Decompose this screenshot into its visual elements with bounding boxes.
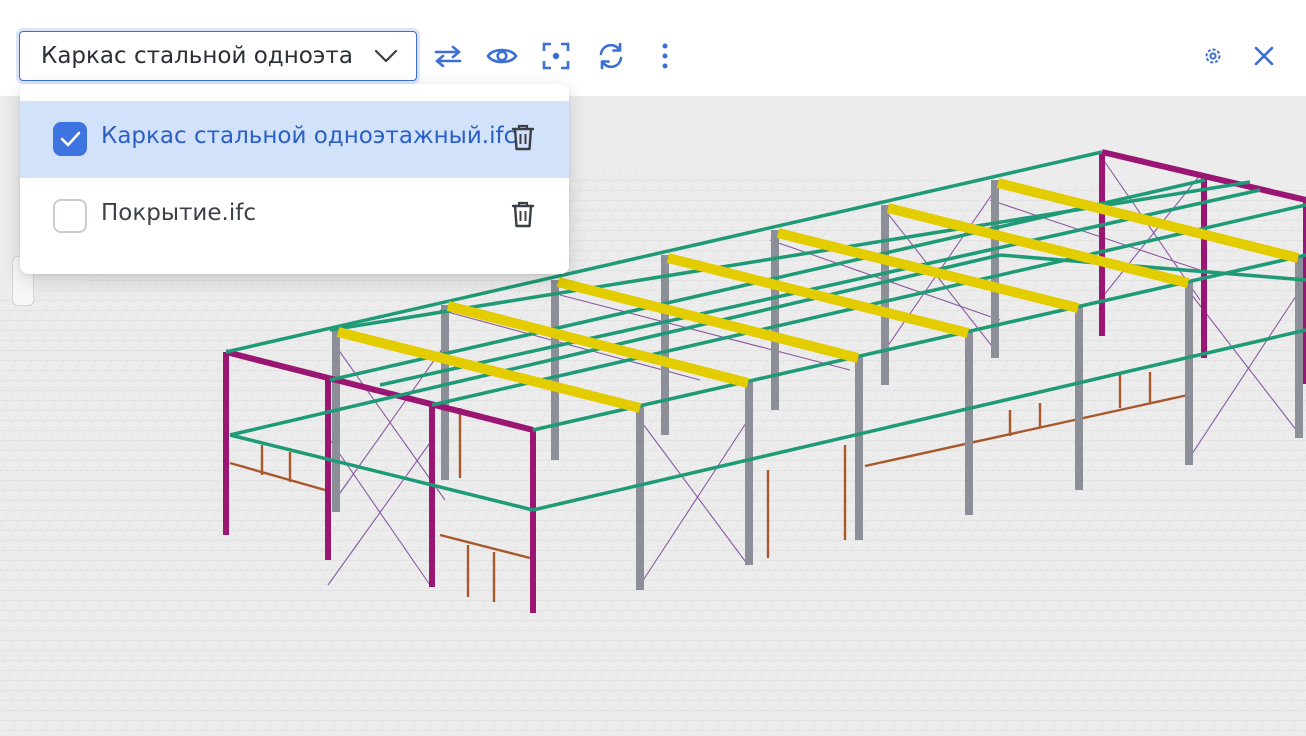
model-select-value: Каркас стальной одноэта [41, 43, 353, 69]
model-dropdown-menu: Каркас стальной одноэтажный.ifc Покрытие… [20, 84, 569, 274]
viewer-toolbar: Каркас стальной одноэта [0, 0, 1306, 96]
more-vertical-icon[interactable] [645, 36, 685, 76]
model-option-label: Покрытие.ifc [101, 200, 256, 226]
chevron-down-icon [356, 49, 416, 63]
model-option-frame[interactable]: Каркас стальной одноэтажный.ifc [20, 101, 569, 178]
checkbox-unchecked[interactable] [53, 199, 87, 233]
eye-icon[interactable] [482, 36, 522, 76]
settings-gear-icon[interactable] [1193, 36, 1233, 76]
close-icon[interactable] [1244, 36, 1284, 76]
trash-icon[interactable] [510, 123, 536, 153]
model-option-label: Каркас стальной одноэтажный.ifc [101, 123, 517, 149]
swap-arrows-icon[interactable] [428, 36, 468, 76]
checkbox-checked[interactable] [53, 122, 87, 156]
refresh-icon[interactable] [591, 36, 631, 76]
trash-icon[interactable] [510, 200, 536, 230]
model-option-roof[interactable]: Покрытие.ifc [20, 178, 569, 255]
focus-frame-icon[interactable] [536, 36, 576, 76]
model-select[interactable]: Каркас стальной одноэта [19, 31, 417, 81]
